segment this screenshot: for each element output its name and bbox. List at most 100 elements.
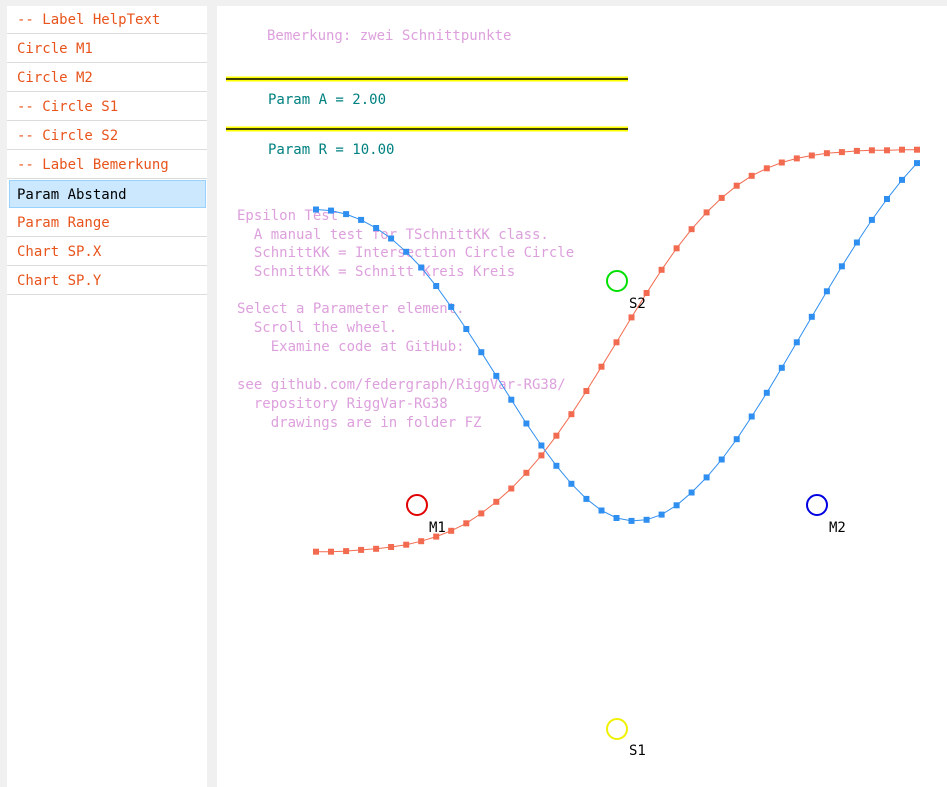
series-2-point (613, 515, 620, 521)
series-2-point (403, 248, 410, 255)
list-item-param-abstand[interactable]: Param Abstand (9, 180, 206, 208)
series-2-point (508, 396, 515, 403)
series-2-point (688, 489, 695, 496)
series-1-point (914, 146, 920, 153)
list-item-circle-m2[interactable]: Circle M2 (7, 64, 207, 92)
param-a-label[interactable]: Param A = 2.00 (268, 92, 386, 108)
series-1-point (538, 452, 545, 459)
series-1-point (343, 548, 350, 555)
series-1-point (853, 147, 860, 154)
circle-m2-label: M2 (829, 520, 846, 536)
series-2-point (718, 456, 725, 463)
list-item-chart-sp-x[interactable]: Chart SP.X (7, 238, 207, 266)
series-2-point (433, 283, 440, 289)
list-item-circle-m1[interactable]: Circle M1 (7, 35, 207, 63)
series-1-point (808, 152, 815, 159)
series-2-point (328, 207, 334, 214)
help-line: Examine code at GitHub: (237, 339, 465, 355)
series-1-point (613, 339, 620, 346)
series-1-point (899, 146, 905, 153)
series-2-point (914, 160, 920, 167)
series-1-point (373, 545, 380, 552)
list-item-label-bemerkung[interactable]: -- Label Bemerkung (7, 151, 207, 179)
series-1-point (763, 165, 770, 172)
series-2-point (553, 462, 560, 469)
series-2-point (343, 211, 350, 218)
series-2-point (583, 495, 590, 502)
series-1-point (448, 527, 455, 534)
list-item-label-helptext[interactable]: -- Label HelpText (7, 6, 207, 34)
series-2-point (463, 326, 470, 332)
series-2-point (388, 235, 395, 242)
series-1-point (733, 182, 740, 189)
help-line: repository RiggVar-RG38 (237, 396, 448, 412)
drawing-canvas[interactable]: Bemerkung: zwei Schnittpunkte Param A = … (217, 6, 947, 787)
series-1-point (358, 546, 365, 553)
series-2-point (448, 303, 455, 310)
series-2-point (313, 206, 319, 213)
series-2-point (598, 507, 605, 514)
series-1-point (598, 363, 605, 370)
series-2-point (643, 516, 650, 523)
series-2-point (748, 413, 755, 420)
series-2-point (884, 196, 890, 202)
help-line: see github.com/federgraph/RiggVar-RG38/ (237, 377, 566, 393)
element-list: -- Label HelpText Circle M1 Circle M2 --… (7, 6, 207, 787)
drawing-svg[interactable]: Bemerkung: zwei Schnittpunkte Param A = … (217, 6, 947, 787)
list-item-circle-s1[interactable]: -- Circle S1 (7, 93, 207, 121)
circle-m1-marker[interactable] (406, 494, 428, 516)
series-2-point (523, 420, 530, 427)
series-2-point (823, 288, 830, 295)
series-1-point (688, 226, 695, 233)
circle-s1-label: S1 (629, 743, 646, 759)
series-1-point (463, 520, 470, 527)
series-1-point (628, 314, 635, 321)
series-1-point (673, 245, 680, 252)
series-1-point (658, 266, 665, 273)
list-item-param-range[interactable]: Param Range (7, 209, 207, 237)
series-2-point (899, 176, 905, 183)
help-line: Scroll the wheel. (237, 320, 397, 336)
series-2-point (778, 364, 785, 371)
series-1-point (313, 548, 319, 555)
series-1-point (718, 194, 725, 201)
series-2-point (373, 225, 380, 231)
series-1-point (553, 432, 560, 439)
circle-s2-label: S2 (629, 296, 646, 312)
circle-m2-marker[interactable] (806, 494, 828, 516)
series-1-point (328, 548, 334, 555)
series-1-point (388, 544, 395, 550)
series-2-point (868, 216, 875, 223)
series-1-point (778, 159, 785, 166)
series-2-point (478, 349, 485, 356)
series-1-point (508, 485, 515, 492)
series-1-point (823, 150, 830, 157)
circle-s1-marker[interactable] (606, 718, 628, 740)
help-text: Epsilon Test A manual test for TSchnittK… (237, 208, 574, 431)
remark-label: Bemerkung: zwei Schnittpunkte (267, 28, 511, 44)
series-1-point (583, 388, 590, 394)
series-2-point (673, 502, 680, 509)
list-item-circle-s2[interactable]: -- Circle S2 (7, 122, 207, 150)
series-1-point (793, 155, 800, 162)
series-1-point (523, 469, 530, 476)
help-line: drawings are in folder FZ (237, 415, 481, 431)
help-line: Select a Parameter element. (237, 301, 465, 317)
series-2-point (658, 511, 665, 518)
series-1-point (418, 538, 425, 545)
series-2-point (808, 313, 815, 320)
series-2-point (568, 480, 575, 487)
series-2-point (733, 436, 740, 443)
series-1-point (568, 411, 575, 418)
param-r-label[interactable]: Param R = 10.00 (268, 142, 394, 158)
circle-s2-marker[interactable] (606, 270, 628, 292)
list-item-chart-sp-y[interactable]: Chart SP.Y (7, 267, 207, 295)
series-2-point (358, 216, 365, 223)
series-1-point (478, 510, 485, 517)
circle-m1-label: M1 (429, 520, 446, 536)
series-1-point (493, 498, 500, 505)
series-1-point (703, 209, 710, 216)
series-2-point (853, 239, 860, 246)
series-2-point (628, 517, 635, 524)
series-1-point (748, 172, 755, 179)
